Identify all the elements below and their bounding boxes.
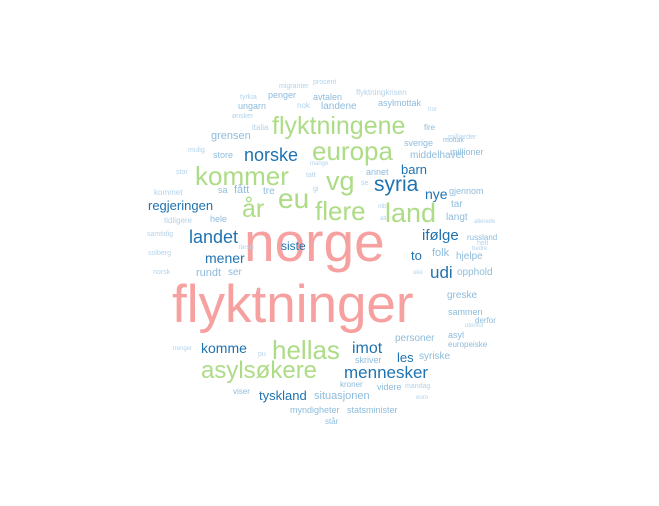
word-stor: stor <box>176 169 188 176</box>
word-eu: eu <box>278 183 310 214</box>
word-ønsker: ønsker <box>232 113 254 120</box>
word-første: første <box>239 245 255 251</box>
word-udi: udi <box>430 263 453 282</box>
word-hjelpe: hjelpe <box>456 251 483 262</box>
word-ifølge: ifølge <box>422 227 459 244</box>
word-fire: fire <box>424 123 436 132</box>
word-milliarder: milliarder <box>448 134 477 141</box>
word-trenger: trenger <box>173 346 193 352</box>
word-solberg: solberg <box>148 250 171 257</box>
word-tyrkia: tyrkia <box>240 94 257 101</box>
word-italia: italia <box>252 123 269 132</box>
word-syria: syria <box>374 173 419 196</box>
word-asyl: asyl <box>448 330 465 340</box>
word-samtidig: samtidig <box>147 231 174 238</box>
word-to: to <box>411 248 422 263</box>
word-barn: barn <box>401 162 428 177</box>
word-situasjonen: situasjonen <box>314 390 370 402</box>
word-allerede: allerede <box>474 219 496 225</box>
word-cloud: norge flyktninger flyktningene europa ko… <box>0 0 659 506</box>
word-nye: nye <box>425 186 448 202</box>
word-nok: nok <box>297 101 310 110</box>
word-grensen: grensen <box>211 130 251 142</box>
word-euro: euro <box>416 395 429 401</box>
word-viser: viser <box>233 387 250 396</box>
word-langt: langt <box>446 212 468 223</box>
word-mulig: mulig <box>188 147 205 154</box>
word-landet: landet <box>189 227 239 247</box>
word-folk: folk <box>432 247 450 259</box>
word-skriver: skriver <box>355 355 382 365</box>
word-kommet: kommet <box>154 188 183 197</box>
word-flyktninger: flyktninger <box>172 275 414 334</box>
word-står: står <box>325 417 339 426</box>
word-sa: sa <box>218 185 228 195</box>
word-mener: mener <box>205 250 245 266</box>
word-år: år <box>242 195 265 223</box>
word-asylmottak: asylmottak <box>378 98 422 108</box>
word-tyskland: tyskland <box>259 388 307 403</box>
word-utenfor: utenfor <box>465 323 484 329</box>
word-opphold: opphold <box>457 267 493 278</box>
word-myndigheter: myndigheter <box>290 405 340 415</box>
word-millioner: millioner <box>450 147 484 157</box>
word-tar: tar <box>451 199 463 210</box>
word-flyktningkrisen: flyktningkrisen <box>356 88 407 97</box>
word-mennesker: mennesker <box>344 363 429 382</box>
word-tror: tror <box>428 107 437 113</box>
word-gjennom: gjennom <box>449 186 484 196</box>
word-mange: mange <box>310 161 329 167</box>
word-vg: vg <box>326 166 355 196</box>
word-syriske: syriske <box>419 351 451 362</box>
word-pu: pu <box>258 351 266 358</box>
word-siste: siste <box>281 239 306 253</box>
word-flere: flere <box>315 196 366 226</box>
word-europeiske: europeiske <box>448 340 488 349</box>
word-kroner: kroner <box>340 380 363 389</box>
word-greske: greske <box>447 290 478 301</box>
word-ungarn: ungarn <box>238 101 267 111</box>
word-tidligere: tidligere <box>164 216 193 225</box>
word-rundt: rundt <box>196 267 222 279</box>
word-annet: annet <box>366 167 389 177</box>
word-norsk: norsk <box>153 269 171 276</box>
word-les: les <box>397 350 414 365</box>
word-ser: ser <box>228 267 242 278</box>
word-fått: fått <box>234 184 250 196</box>
word-videre: videre <box>377 382 402 392</box>
word-regjeringen: regjeringen <box>148 198 214 213</box>
word-komme: komme <box>201 340 247 356</box>
word-landene: landene <box>321 101 357 112</box>
word-asylsøkere: asylsøkere <box>201 357 318 384</box>
word-se: se <box>361 180 369 187</box>
word-hele: hele <box>210 214 228 224</box>
word-ntb: ntb <box>378 204 387 210</box>
word-alt: alt <box>380 216 387 222</box>
word-helt: helt <box>477 240 489 247</box>
word-gi: gi <box>313 186 319 193</box>
word-mandag: mandag <box>405 383 431 390</box>
word-norske: norske <box>244 145 299 165</box>
word-sverige: sverige <box>404 138 434 148</box>
word-uke: uke <box>413 270 423 276</box>
word-migranter: migranter <box>279 83 309 90</box>
word-tatt: tatt <box>306 172 316 179</box>
word-land: land <box>385 198 437 228</box>
word-avtalen: avtalen <box>313 92 343 102</box>
word-personer: personer <box>395 333 435 344</box>
word-store: store <box>213 150 234 160</box>
word-statsminister: statsminister <box>347 405 398 415</box>
word-tre: tre <box>263 186 275 197</box>
word-penger: penger <box>268 90 297 100</box>
word-prosent: prosent <box>313 79 337 86</box>
